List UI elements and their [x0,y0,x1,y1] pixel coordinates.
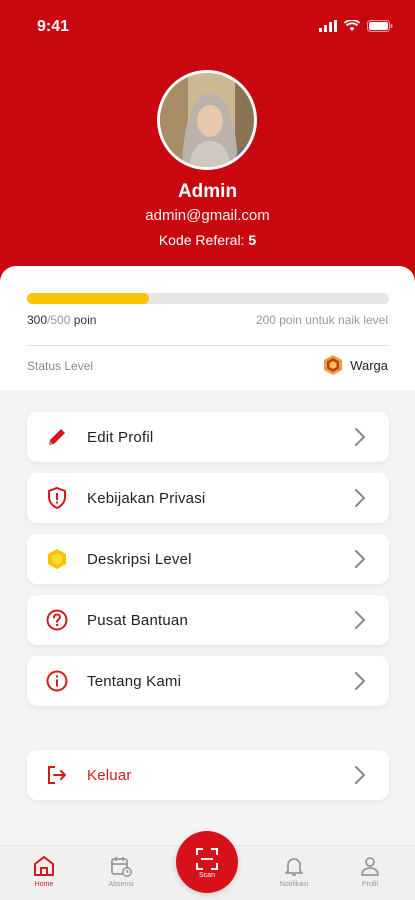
nav-profil-label: Profil [362,881,378,888]
avatar[interactable] [157,70,257,170]
nav-profil[interactable]: Profil [340,854,400,888]
chevron-right-icon [355,766,366,784]
pencil-icon [45,425,69,449]
chevron-right-icon [355,428,366,446]
level-progress-bar [27,293,389,304]
scan-button[interactable]: Scan [176,831,238,893]
menu-label: Kebijakan Privasi [87,489,206,507]
logout-label: Keluar [87,766,132,784]
wifi-icon [344,20,360,31]
status-icons [319,20,393,32]
status-bar: 9:41 [0,18,415,40]
hexagon-icon [45,547,69,571]
menu-label: Deskripsi Level [87,550,192,568]
referral-label: Kode Referal: [158,232,245,248]
nav-home[interactable]: Home [14,854,74,888]
info-circle-icon [45,669,69,693]
signal-icon [319,20,337,32]
level-card: 300/500 poin 200 poin untuk naik level S… [0,266,415,390]
status-level-text: Warga [350,357,388,373]
nav-absensi[interactable]: Absensi [91,854,151,888]
menu-pusat-bantuan[interactable]: Pusat Bantuan [27,595,389,645]
home-icon [34,856,54,876]
nav-notifikasi[interactable]: Notifikasi [264,854,324,888]
current-points: 300 [27,313,48,327]
chevron-right-icon [355,550,366,568]
chevron-right-icon [355,611,366,629]
status-level-label: Status Level [27,359,94,373]
scan-label: Scan [199,872,215,879]
profile-email: admin@gmail.com [145,207,270,224]
referral-value: 5 [248,232,257,248]
menu-edit-profil[interactable]: Edit Profil [27,412,389,462]
menu-label: Tentang Kami [87,672,182,690]
bell-icon [285,858,303,876]
points-unit: poin [70,313,97,327]
scan-icon [196,848,218,870]
nav-home-label: Home [34,881,54,888]
referral-code: Kode Referal: 5 [0,232,415,248]
shield-icon [45,486,69,510]
divider [27,345,389,346]
nav-absensi-label: Absensi [108,881,134,888]
level-badge-icon [324,355,343,375]
battery-icon [367,20,393,32]
profile-header: 9:41 Admin admin@gmail.com Kode Referal:… [0,0,415,300]
menu-label: Edit Profil [87,428,154,446]
menu-label: Pusat Bantuan [87,611,189,629]
status-time: 9:41 [37,18,70,35]
nav-notifikasi-label: Notifikasi [279,881,309,888]
status-level-value: Warga [322,354,388,376]
chevron-right-icon [355,489,366,507]
max-points: /500 [47,313,71,327]
points-text: 300/500 poin [27,313,96,327]
next-level-text: 200 poin untuk naik level [255,313,388,327]
help-circle-icon [45,608,69,632]
chevron-right-icon [355,672,366,690]
menu-deskripsi-level[interactable]: Deskripsi Level [27,534,389,584]
logout-icon [45,763,69,787]
menu-kebijakan-privasi[interactable]: Kebijakan Privasi [27,473,389,523]
profile-name: Admin [177,181,238,202]
logout-button[interactable]: Keluar [27,750,389,800]
level-progress-fill [27,293,149,304]
avatar-photo-icon [160,73,254,167]
user-icon [361,857,379,876]
calendar-clock-icon [111,857,132,877]
menu-tentang-kami[interactable]: Tentang Kami [27,656,389,706]
